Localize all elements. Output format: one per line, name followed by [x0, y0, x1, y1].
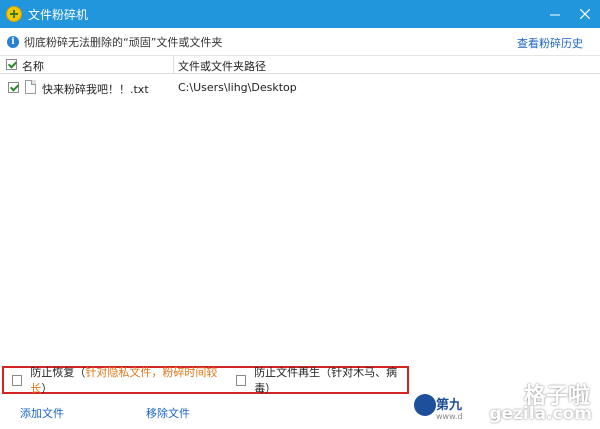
close-button[interactable] [570, 0, 600, 28]
minimize-icon [550, 14, 560, 16]
close-icon [580, 9, 590, 19]
column-divider[interactable] [173, 56, 174, 74]
watermark-logo-icon [414, 394, 436, 416]
info-text: 彻底粉碎无法删除的“顽固”文件或文件夹 [24, 35, 223, 49]
add-file-button[interactable]: 添加文件 [20, 405, 64, 421]
watermark-url: www.d [436, 412, 463, 421]
info-icon: i [7, 35, 19, 48]
prevent-regen-label[interactable]: 防止文件再生（针对木马、病毒） [254, 364, 407, 396]
minimize-button[interactable] [540, 0, 570, 28]
title-bar: 文件粉碎机 [0, 0, 600, 28]
prevent-regen-checkbox[interactable] [235, 374, 247, 386]
info-bar: i 彻底粉碎无法删除的“顽固”文件或文件夹 查看粉碎历史 [0, 28, 600, 56]
watermark: 第九 www.d 格子啦 gezila.com [414, 384, 600, 429]
watermark-en: gezila.com [489, 404, 592, 424]
file-list-header: 名称 文件或文件夹路径 [0, 56, 600, 74]
window-title: 文件粉碎机 [28, 7, 89, 22]
select-all-checkbox[interactable] [6, 59, 17, 70]
shred-options: 防止恢复（针对隐私文件，粉碎时间较长） 防止文件再生（针对木马、病毒） [2, 364, 409, 396]
remove-file-button[interactable]: 移除文件 [146, 405, 190, 421]
file-row-checkbox[interactable] [8, 82, 19, 93]
text-file-icon [25, 80, 36, 94]
app-icon [6, 6, 22, 22]
view-history-link[interactable]: 查看粉碎历史 [517, 35, 583, 51]
prevent-recovery-checkbox[interactable] [12, 374, 23, 386]
file-name: 快来粉碎我吧！！.txt [42, 83, 149, 96]
window-controls [540, 0, 600, 28]
prevent-recovery-label[interactable]: 防止恢复（针对隐私文件，粉碎时间较长） [30, 364, 224, 396]
column-header-path[interactable]: 文件或文件夹路径 [178, 58, 266, 74]
file-path: C:\Users\lihg\Desktop [178, 81, 297, 94]
file-row[interactable]: 快来粉碎我吧！！.txt C:\Users\lihg\Desktop [0, 78, 600, 98]
column-header-name[interactable]: 名称 [22, 58, 44, 74]
watermark-brand: 第九 [436, 398, 463, 413]
